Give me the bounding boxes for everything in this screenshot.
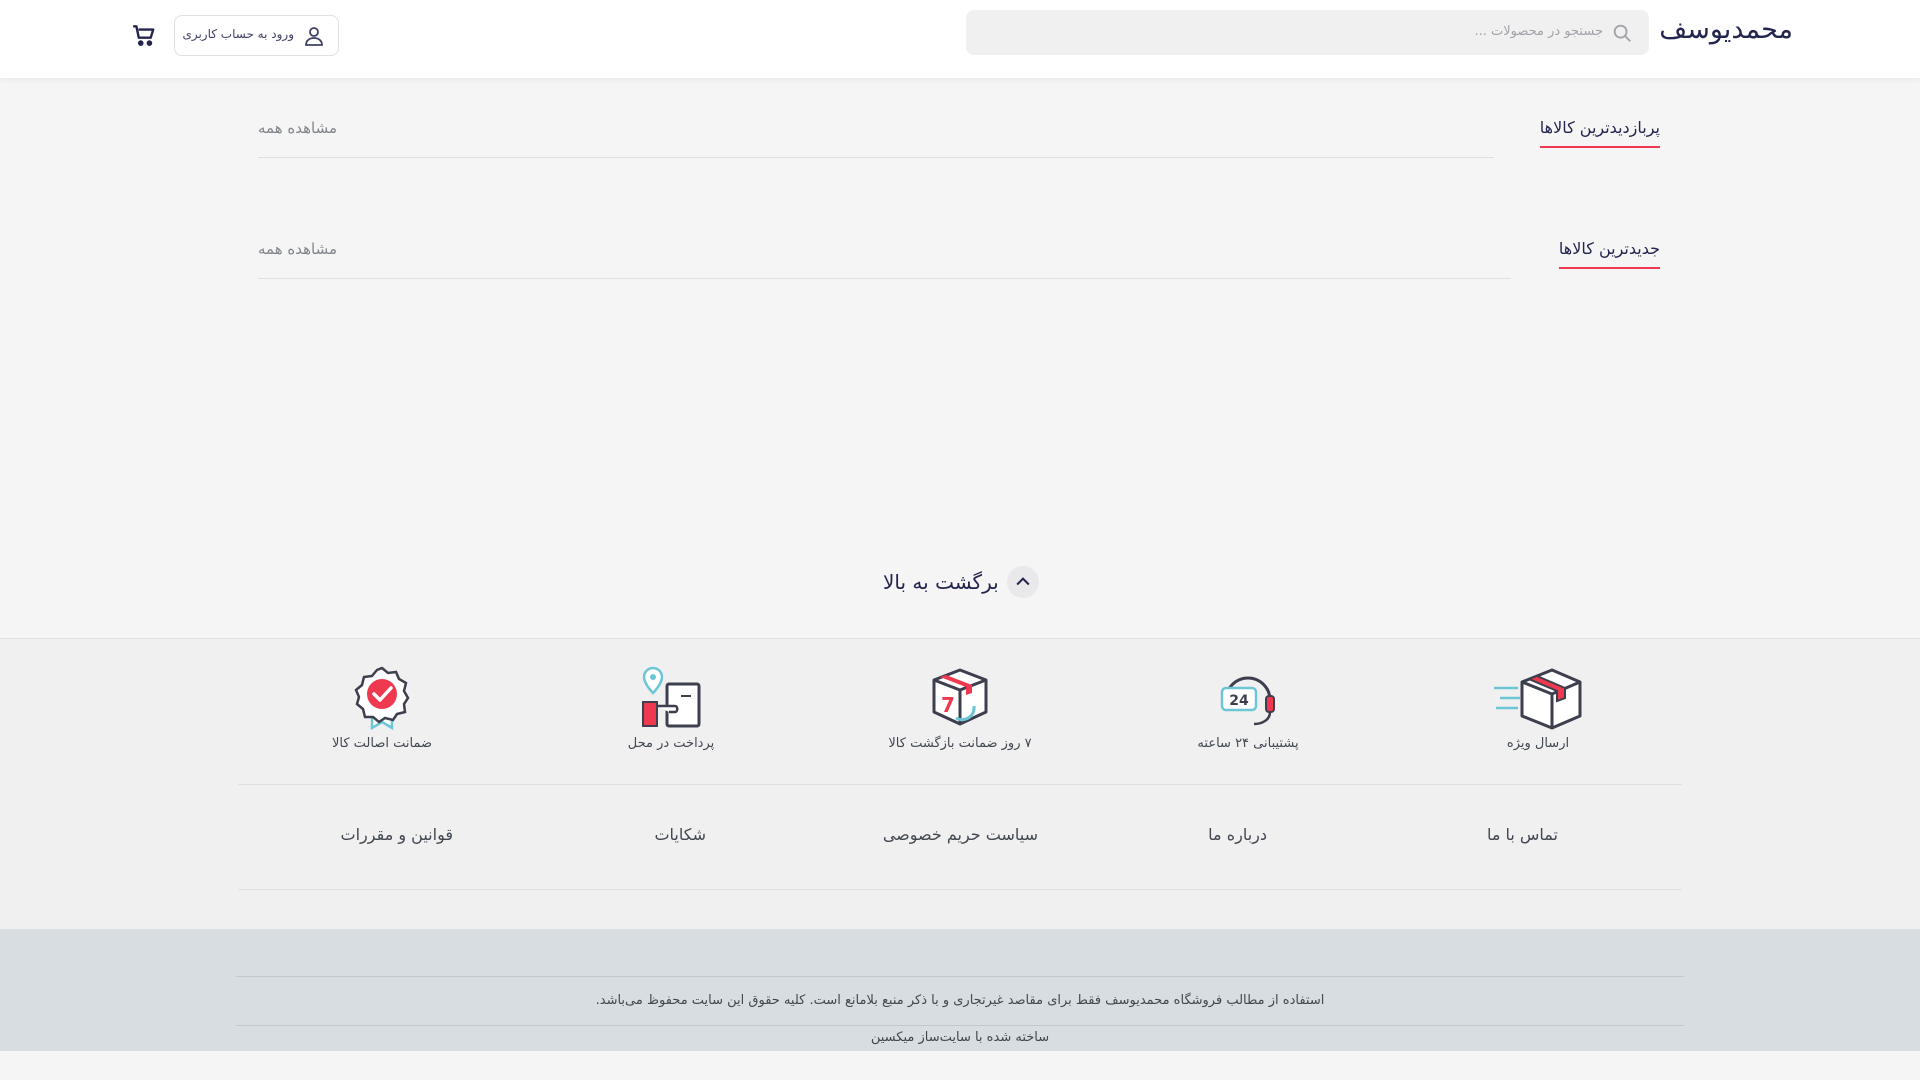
services-bar: ارسال ویژه 24 پشتیبانی ۲۴ ساعته 7 ۷ روز …: [0, 638, 1920, 929]
service-item: 24 پشتیبانی ۲۴ ساعته: [1148, 666, 1348, 751]
footer-link-about[interactable]: درباره ما: [1208, 825, 1267, 844]
built-with-link[interactable]: ساخته شده با سایت‌ساز میکسین: [0, 1030, 1920, 1045]
cash-on-delivery-icon: [642, 666, 701, 728]
service-item: ارسال ویژه: [1438, 666, 1638, 751]
service-label: پرداخت در محل: [627, 736, 715, 751]
section-title: جدیدترین کالاها: [1558, 239, 1660, 269]
svg-text:24: 24: [1229, 693, 1249, 709]
back-to-top-button[interactable]: برگشت به بالا: [883, 565, 1039, 599]
cart-icon[interactable]: [131, 22, 157, 48]
divider: [236, 976, 1684, 977]
footer-link-complaints[interactable]: شکایات: [654, 825, 706, 844]
service-label: ارسال ویژه: [1506, 736, 1570, 751]
back-to-top-label: برگشت به بالا: [883, 570, 999, 594]
search-input[interactable]: جستجو در محصولات ...: [966, 10, 1649, 55]
services-divider: [238, 784, 1682, 785]
site-logo[interactable]: محمدیوسف: [1659, 14, 1793, 45]
site-header: محمدیوسف جستجو در محصولات ... ورود به حس…: [0, 0, 1920, 78]
view-all-link[interactable]: مشاهده همه: [258, 240, 337, 258]
copyright-bar: استفاده از مطالب فروشگاه محمدیوسف فقط بر…: [0, 929, 1920, 1051]
footer-link-contact[interactable]: تماس با ما: [1487, 825, 1558, 844]
support-24-icon: 24: [1220, 676, 1275, 726]
service-item: 7 ۷ روز ضمانت بازگشت کالا: [860, 666, 1060, 751]
login-button[interactable]: ورود به حساب کاربری: [174, 15, 339, 56]
chevron-up-icon: [1006, 566, 1039, 598]
section-divider: [258, 157, 1494, 158]
copyright-text: استفاده از مطالب فروشگاه محمدیوسف فقط بر…: [595, 993, 1325, 1008]
search-icon: [1613, 24, 1631, 42]
footer-link-terms[interactable]: قوانین و مقررات: [341, 825, 453, 844]
service-label: ضمانت اصالت کالا: [331, 736, 433, 751]
links-divider: [238, 889, 1682, 890]
search-placeholder: جستجو در محصولات ...: [1474, 24, 1603, 39]
footer-link-privacy[interactable]: سیاست حریم خصوصی: [883, 825, 1038, 844]
user-icon: [305, 27, 323, 46]
login-label: ورود به حساب کاربری: [182, 27, 294, 41]
return-7-days-icon: 7: [932, 668, 988, 726]
service-label: پشتیبانی ۲۴ ساعته: [1197, 736, 1299, 751]
section-title: پربازدیدترین کالاها: [1539, 118, 1660, 148]
view-all-link[interactable]: مشاهده همه: [258, 119, 337, 137]
delivery-box-icon: [1494, 668, 1582, 730]
most-viewed-section: پربازدیدترین کالاها مشاهده همه: [258, 118, 1660, 158]
divider: [236, 1025, 1684, 1026]
service-item: پرداخت در محل: [571, 666, 771, 751]
newest-section: جدیدترین کالاها مشاهده همه: [258, 239, 1660, 279]
service-label: ۷ روز ضمانت بازگشت کالا: [888, 736, 1032, 751]
svg-text:7: 7: [941, 693, 955, 717]
section-divider: [258, 278, 1511, 279]
service-item: ضمانت اصالت کالا: [282, 666, 482, 751]
authenticity-badge-icon: [354, 666, 410, 730]
